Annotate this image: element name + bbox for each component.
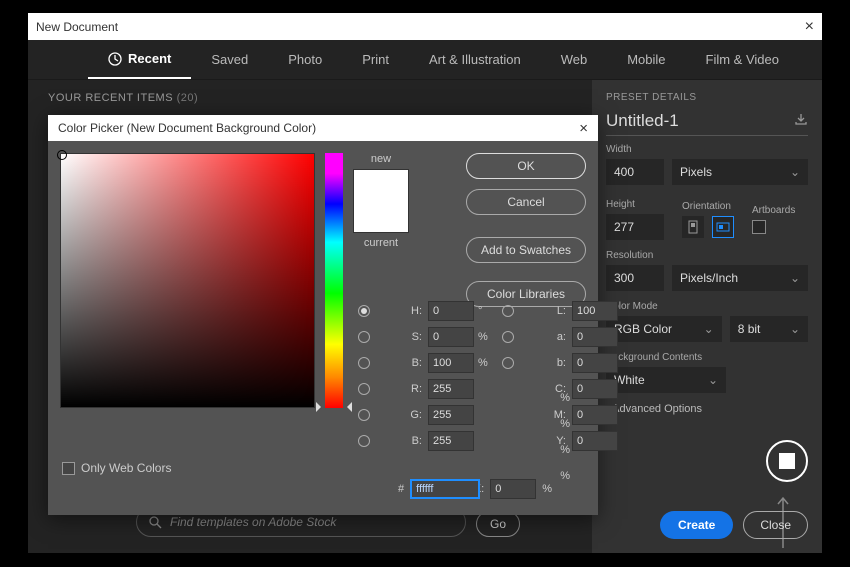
- color-value-grid: H:° L: S:% a: B:% b: R: C: G: M: B: Y:: [358, 301, 618, 451]
- tab-web[interactable]: Web: [541, 40, 608, 79]
- y-input[interactable]: [572, 431, 618, 451]
- hex-row: #: [398, 479, 480, 499]
- a-input[interactable]: [572, 327, 618, 347]
- tab-print[interactable]: Print: [342, 40, 409, 79]
- radio-s[interactable]: [358, 331, 370, 343]
- resolution-input[interactable]: [606, 265, 664, 291]
- add-to-swatches-button[interactable]: Add to Swatches: [466, 237, 586, 263]
- bg-contents-select[interactable]: White: [606, 367, 726, 393]
- current-label: current: [364, 237, 398, 249]
- color-cursor[interactable]: [57, 150, 67, 160]
- radio-b-lab[interactable]: [502, 357, 514, 369]
- tab-film[interactable]: Film & Video: [686, 40, 799, 79]
- s-input[interactable]: [428, 327, 474, 347]
- height-label: Height: [606, 199, 664, 210]
- l-input[interactable]: [572, 301, 618, 321]
- clock-icon: [108, 52, 122, 66]
- search-placeholder: Find templates on Adobe Stock: [170, 515, 336, 529]
- color-field[interactable]: [60, 153, 315, 408]
- document-name-row: Untitled-1: [606, 111, 808, 136]
- r-input[interactable]: [428, 379, 474, 399]
- recent-count: (20): [177, 92, 199, 104]
- color-mode-select[interactable]: RGB Color: [606, 316, 722, 342]
- picker-title: Color Picker (New Document Background Co…: [58, 121, 316, 135]
- bg-contents-label: Background Contents: [606, 352, 808, 363]
- new-label: new: [371, 153, 391, 165]
- window-title: New Document: [36, 20, 118, 34]
- preset-tabs: Recent Saved Photo Print Art & Illustrat…: [28, 40, 822, 80]
- width-label: Width: [606, 144, 808, 155]
- radio-r[interactable]: [358, 383, 370, 395]
- picker-close-icon[interactable]: ×: [579, 120, 588, 137]
- artboards-checkbox[interactable]: [752, 220, 766, 234]
- unit-select[interactable]: Pixels: [672, 159, 808, 185]
- width-input[interactable]: [606, 159, 664, 185]
- tab-recent[interactable]: Recent: [88, 40, 191, 79]
- g-input[interactable]: [428, 405, 474, 425]
- bit-depth-select[interactable]: 8 bit: [730, 316, 808, 342]
- orientation-landscape[interactable]: [712, 216, 734, 238]
- height-input[interactable]: [606, 214, 664, 240]
- recent-items-header: YOUR RECENT ITEMS (20): [48, 92, 198, 104]
- k-input[interactable]: [490, 479, 536, 499]
- radio-a[interactable]: [502, 331, 514, 343]
- resolution-unit-select[interactable]: Pixels/Inch: [672, 265, 808, 291]
- h-input[interactable]: [428, 301, 474, 321]
- only-web-colors-row: Only Web Colors: [62, 461, 171, 475]
- hash-label: #: [398, 483, 404, 495]
- color-mode-label: Color Mode: [606, 301, 808, 312]
- artboards-label: Artboards: [752, 205, 795, 216]
- hex-input[interactable]: [410, 479, 480, 499]
- b-lab-input[interactable]: [572, 353, 618, 373]
- only-web-colors-label: Only Web Colors: [81, 461, 171, 475]
- b-rgb-input[interactable]: [428, 431, 474, 451]
- resolution-label: Resolution: [606, 250, 808, 261]
- radio-g[interactable]: [358, 409, 370, 421]
- bg-color-swatch-highlight[interactable]: [766, 440, 808, 482]
- c-input[interactable]: [572, 379, 618, 399]
- document-name[interactable]: Untitled-1: [606, 111, 679, 131]
- b-hsb-input[interactable]: [428, 353, 474, 373]
- advanced-options-toggle[interactable]: Advanced Options: [606, 403, 808, 415]
- save-preset-icon[interactable]: [794, 111, 808, 131]
- window-close-icon[interactable]: ×: [805, 18, 814, 36]
- preset-details-panel: PRESET DETAILS Untitled-1 Width Pixels H…: [592, 80, 822, 553]
- hue-handle-right[interactable]: [342, 402, 352, 412]
- create-button[interactable]: Create: [660, 511, 733, 539]
- tab-photo[interactable]: Photo: [268, 40, 342, 79]
- ok-button[interactable]: OK: [466, 153, 586, 179]
- search-icon: [149, 516, 162, 529]
- radio-b-hsb[interactable]: [358, 357, 370, 369]
- hue-handle-left[interactable]: [316, 402, 326, 412]
- m-input[interactable]: [572, 405, 618, 425]
- window-titlebar: New Document ×: [28, 13, 822, 40]
- recent-label: YOUR RECENT ITEMS: [48, 92, 173, 104]
- picker-titlebar: Color Picker (New Document Background Co…: [48, 115, 598, 141]
- radio-b-rgb[interactable]: [358, 435, 370, 447]
- cancel-button[interactable]: Cancel: [466, 189, 586, 215]
- tab-saved[interactable]: Saved: [191, 40, 268, 79]
- radio-h[interactable]: [358, 305, 370, 317]
- only-web-colors-checkbox[interactable]: [62, 462, 75, 475]
- hue-slider[interactable]: [325, 153, 343, 408]
- preset-details-header: PRESET DETAILS: [606, 92, 808, 103]
- radio-l[interactable]: [502, 305, 514, 317]
- orientation-portrait[interactable]: [682, 216, 704, 238]
- bg-color-swatch: [779, 453, 795, 469]
- close-button[interactable]: Close: [743, 511, 808, 539]
- tab-art[interactable]: Art & Illustration: [409, 40, 541, 79]
- tab-mobile[interactable]: Mobile: [607, 40, 685, 79]
- new-current-swatch[interactable]: [353, 169, 409, 233]
- orientation-label: Orientation: [682, 201, 734, 212]
- tab-label: Recent: [128, 51, 171, 66]
- color-picker-dialog: Color Picker (New Document Background Co…: [48, 115, 598, 515]
